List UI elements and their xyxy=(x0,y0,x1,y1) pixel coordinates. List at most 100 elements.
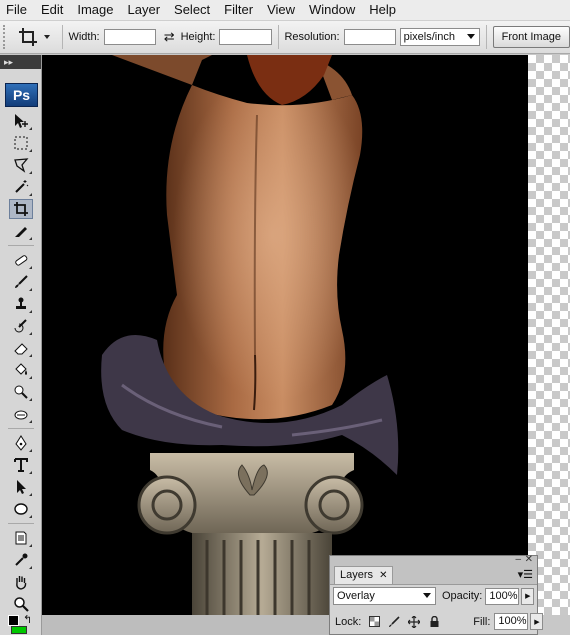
panel-menu-icon[interactable]: ▾☰ xyxy=(518,568,533,581)
panel-title-bar[interactable]: – ✕ xyxy=(330,554,537,566)
menu-help[interactable]: Help xyxy=(363,0,404,20)
blur-tool[interactable] xyxy=(9,404,33,424)
close-icon[interactable]: ✕ xyxy=(525,554,533,565)
foreground-color-swatch[interactable] xyxy=(8,615,19,626)
menu-image[interactable]: Image xyxy=(71,0,121,20)
menu-view[interactable]: View xyxy=(261,0,303,20)
magic-wand-tool[interactable] xyxy=(9,177,33,197)
history-brush-tool[interactable] xyxy=(9,316,33,336)
dodge-icon xyxy=(14,385,28,399)
eraser-tool[interactable] xyxy=(9,338,33,358)
menu-select[interactable]: Select xyxy=(168,0,218,20)
options-bar-grip[interactable] xyxy=(3,25,11,49)
clone-stamp-tool[interactable] xyxy=(9,294,33,314)
marquee-tool[interactable] xyxy=(9,133,33,153)
close-tab-icon[interactable]: ✕ xyxy=(379,570,387,581)
opacity-field[interactable]: 100% xyxy=(485,587,520,605)
shape-tool[interactable] xyxy=(9,499,33,519)
chevron-down-icon xyxy=(43,35,50,39)
paint-bucket-tool[interactable] xyxy=(9,360,33,380)
dodge-tool[interactable] xyxy=(9,382,33,402)
flyout-marker xyxy=(29,288,32,291)
layers-panel: – ✕ Layers ✕ ▾☰ Overlay Opacity: 100% ▶ … xyxy=(329,554,544,635)
marquee-icon xyxy=(14,136,28,150)
healing-brush-tool[interactable] xyxy=(9,250,33,270)
blend-mode-select[interactable]: Overlay xyxy=(333,587,436,605)
lock-all-icon[interactable] xyxy=(427,615,441,629)
toolbox: ▸▸ Ps ↰ xyxy=(0,55,42,635)
lock-transparency-icon[interactable] xyxy=(367,615,381,629)
swap-colors-icon[interactable]: ↰ xyxy=(23,613,32,626)
eyedropper-tool[interactable] xyxy=(9,550,33,570)
slice-tool[interactable] xyxy=(9,221,33,241)
width-field[interactable] xyxy=(103,29,156,45)
layers-tab[interactable]: Layers ✕ xyxy=(334,566,394,584)
lasso-tool[interactable] xyxy=(9,155,33,175)
menu-window[interactable]: Window xyxy=(303,0,363,20)
move-tool[interactable] xyxy=(9,111,33,131)
resolution-units-select[interactable]: pixels/inch xyxy=(399,28,480,46)
menu-edit[interactable]: Edit xyxy=(35,0,71,20)
height-label: Height: xyxy=(180,31,216,43)
flyout-marker xyxy=(29,193,32,196)
lock-brush-icon[interactable] xyxy=(387,615,401,629)
menu-filter[interactable]: Filter xyxy=(218,0,261,20)
flyout-marker xyxy=(29,127,32,130)
eyedropper-icon xyxy=(15,553,28,566)
transparent-area xyxy=(528,55,570,615)
document-canvas[interactable] xyxy=(42,55,528,615)
background-color-swatch[interactable] xyxy=(11,626,27,634)
pen-tool[interactable] xyxy=(9,433,33,453)
menu-file[interactable]: File xyxy=(0,0,35,20)
flyout-marker xyxy=(29,471,32,474)
fill-field[interactable]: 100% xyxy=(494,613,529,630)
flyout-marker xyxy=(29,420,32,423)
move-arrow-icon xyxy=(15,114,28,128)
notes-tool[interactable] xyxy=(9,528,33,548)
resolution-field[interactable] xyxy=(343,29,396,45)
width-label: Width: xyxy=(68,31,100,43)
fill-slider-arrow[interactable]: ▶ xyxy=(530,613,544,630)
opacity-slider-arrow[interactable]: ▶ xyxy=(521,587,535,605)
crop-icon xyxy=(18,28,37,46)
layers-tab-label: Layers xyxy=(340,569,374,581)
flyout-marker xyxy=(29,310,32,313)
chevron-down-icon xyxy=(466,34,475,39)
divider xyxy=(8,523,34,524)
crop-tool[interactable] xyxy=(9,199,33,219)
height-field[interactable] xyxy=(219,29,272,45)
blur-drop-icon xyxy=(14,410,28,420)
brush-tool[interactable] xyxy=(9,272,33,292)
paint-bucket-icon xyxy=(15,363,27,375)
lasso-icon xyxy=(14,158,29,173)
menu-layer[interactable]: Layer xyxy=(122,0,169,20)
tool-preset-picker[interactable] xyxy=(17,24,56,50)
opacity-label: Opacity: xyxy=(442,590,483,602)
volute-right xyxy=(304,475,364,535)
path-selection-tool[interactable] xyxy=(9,477,33,497)
ellipse-shape-icon xyxy=(14,503,28,515)
blend-opacity-row: Overlay Opacity: 100% ▶ xyxy=(333,587,535,605)
toolbox-collapse-icon[interactable]: ▸▸ xyxy=(0,55,41,69)
hand-tool[interactable] xyxy=(9,572,33,592)
type-icon xyxy=(14,458,28,472)
lock-move-icon[interactable] xyxy=(407,615,421,629)
minimize-icon[interactable]: – xyxy=(515,554,521,565)
color-swatches[interactable]: ↰ xyxy=(5,613,37,634)
flyout-marker xyxy=(29,266,32,269)
lock-label: Lock: xyxy=(335,615,362,628)
flyout-marker xyxy=(29,449,32,452)
ps-logo[interactable]: Ps xyxy=(5,83,38,107)
flyout-marker xyxy=(29,237,32,240)
flyout-marker xyxy=(29,332,32,335)
divider xyxy=(277,25,279,49)
flyout-marker xyxy=(29,171,32,174)
swap-dimensions-icon[interactable]: ⇄ xyxy=(164,29,175,45)
layers-tab-row: Layers ✕ ▾☰ xyxy=(330,566,537,585)
hand-icon xyxy=(16,576,27,590)
type-tool[interactable] xyxy=(9,455,33,475)
front-image-button[interactable]: Front Image xyxy=(492,26,570,48)
zoom-tool[interactable] xyxy=(9,594,33,614)
column-shaft xyxy=(192,533,332,615)
brush-icon xyxy=(15,275,28,288)
